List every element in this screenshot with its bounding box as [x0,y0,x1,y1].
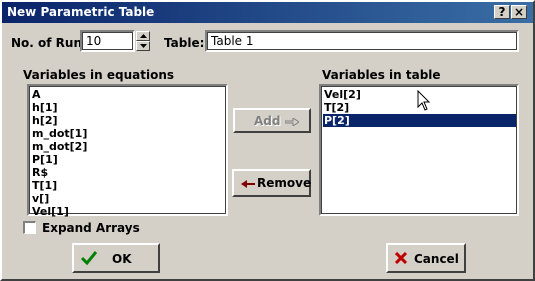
list-item[interactable]: h[2] [31,114,58,127]
mouse-pointer-icon [417,90,431,111]
expand-arrays-checkbox[interactable] [23,221,36,234]
list-item[interactable]: m_dot[1] [31,127,87,140]
list-item[interactable]: Vel[1] [31,205,69,218]
help-button[interactable]: ? [494,5,510,19]
arrow-left-icon [241,180,255,188]
ok-button[interactable]: OK [72,243,160,273]
table-label: Table: [164,36,205,50]
window-title: New Parametric Table [7,5,155,19]
list-item[interactable]: m_dot[2] [31,140,87,153]
title-bar: New Parametric Table ? × [2,2,533,23]
runs-spin-down-button[interactable] [136,41,150,51]
list-item[interactable]: P[1] [31,153,58,166]
runs-label: No. of Runs [11,36,90,50]
list-item[interactable]: h[1] [31,101,58,114]
table-name-input[interactable]: Table 1 [205,30,519,52]
list-item[interactable]: R$ [31,166,48,179]
table-name-value: Table 1 [211,34,254,48]
close-button[interactable]: × [511,5,527,19]
cancel-button-label: Cancel [414,252,459,266]
cancel-button[interactable]: Cancel [386,243,466,273]
arrow-right-icon [285,118,299,126]
arrow-down-icon [140,44,147,48]
runs-spin-up-button[interactable] [136,31,150,41]
checkmark-icon [81,251,97,265]
equations-variable-list[interactable]: A h[1] h[2] m_dot[1] m_dot[2] P[1] R$ T[… [27,84,228,218]
runs-value: 10 [86,34,102,48]
x-icon [395,252,407,264]
list-item[interactable]: v[] [31,192,49,205]
add-button-label: Add [254,114,281,128]
remove-button-label: Remove [257,176,312,190]
remove-button[interactable]: Remove [232,169,311,197]
ok-button-label: OK [112,252,132,266]
table-variable-list[interactable]: Vel[2] T[2] P[2] [319,84,519,216]
list-item[interactable]: A [31,88,41,101]
arrow-up-icon [140,34,147,38]
add-button[interactable]: Add [233,108,311,133]
equations-list-label: Variables in equations [23,68,175,82]
dialog-window: New Parametric Table ? × No. of Runs 10 … [0,0,535,281]
list-item[interactable]: T[1] [31,179,57,192]
runs-input[interactable]: 10 [80,30,135,52]
list-item-selected[interactable]: P[2] [323,114,516,127]
expand-arrays-label: Expand Arrays [42,221,140,235]
table-list-label: Variables in table [322,68,441,82]
